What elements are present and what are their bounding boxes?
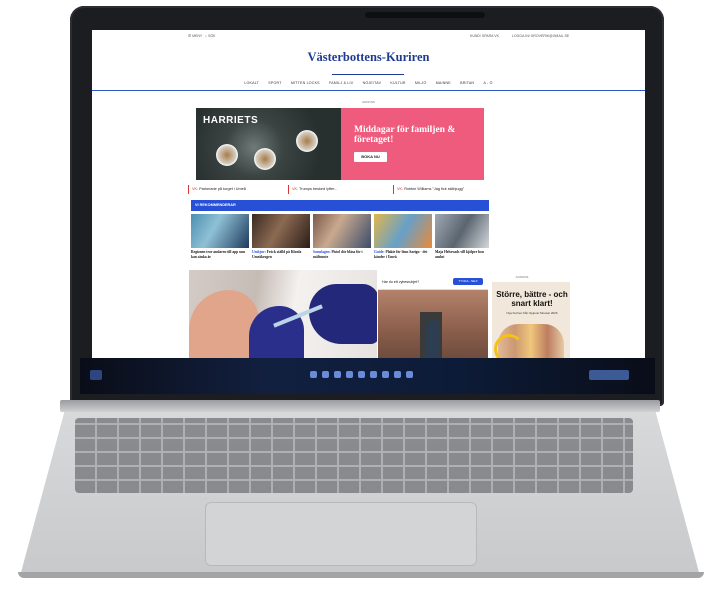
poll-question: Har du ett vybesrubjet? TYCKA - NEJ!: [378, 275, 488, 290]
main-nav: LOKALT SPORT MITTEN LOCKS FAMILJ & LIV N…: [92, 81, 645, 85]
book-now-button[interactable]: BOKA NU: [354, 152, 387, 162]
nav-item[interactable]: LOKALT: [244, 81, 259, 85]
nav-divider: [92, 90, 645, 91]
plate-image: [216, 144, 238, 166]
card-image: [313, 214, 371, 248]
ticker-item[interactable]: VK: Trumps besked lyfter...: [288, 185, 337, 194]
top-utility-bar: ☰ MENY ⌕ SÖK KUND/ SPARA VK LOGGA IN/ GR…: [92, 30, 645, 42]
person-shape: [426, 320, 440, 358]
nav-item[interactable]: MITTEN LOCKS: [291, 81, 320, 85]
card-image: [435, 214, 489, 248]
trackpad: [205, 502, 477, 566]
glove-shape: [309, 284, 377, 344]
poll-button[interactable]: TYCKA - NEJ!: [453, 278, 483, 285]
nav-item[interactable]: SPORT: [268, 81, 281, 85]
card-caption: Samslagen: Pistol dör bläsa för i måltun…: [313, 250, 363, 259]
webcam-bar: [365, 12, 485, 18]
side-ad-subtext: Nya Kuriren från Spjuvar Mossar 2026: [506, 311, 558, 315]
laptop: ☰ MENY ⌕ SÖK KUND/ SPARA VK LOGGA IN/ GR…: [0, 0, 708, 589]
app-icon[interactable]: [406, 371, 413, 378]
laptop-front-edge: [18, 572, 704, 578]
recommend-cards: Regionen tror anslaren till app som kan …: [191, 214, 489, 270]
side-ad[interactable]: Större, bättre - och snart klart! Nya Ku…: [492, 282, 570, 358]
app-icon[interactable]: [346, 371, 353, 378]
nav-item[interactable]: FAMILJ & LIV: [329, 81, 353, 85]
vaccination-article-image[interactable]: [189, 270, 377, 358]
article-card[interactable]: Regionen tror anslaren till app som kan …: [191, 214, 249, 270]
nav-item[interactable]: NÖJE/TAV: [363, 81, 382, 85]
harriets-ad-banner[interactable]: HARRIETS Middagar för familjen & företag…: [196, 108, 484, 180]
card-caption: Regionen tror anslaren till app som kan …: [191, 250, 246, 259]
article-card[interactable]: Umbjuv: Fröck ställd på Klonfa Umeåkroge…: [252, 214, 310, 270]
menu-button[interactable]: ☰ MENY ⌕ SÖK: [188, 34, 216, 38]
banner-text-panel: Middagar för familjen & företaget! BOKA …: [341, 108, 484, 180]
laptop-hinge: [60, 400, 660, 412]
keyboard: [75, 418, 633, 493]
nav-item[interactable]: KULTUR: [390, 81, 405, 85]
card-caption: Umbjuv: Fröck ställd på Klonfa Umeåkroge…: [252, 250, 302, 259]
news-ticker: VK: Parkerade på torget i Umeå VK: Trump…: [188, 185, 488, 194]
plate-image: [254, 148, 276, 170]
side-ad-ring: [494, 334, 524, 358]
taskbar-apps: [310, 371, 413, 378]
start-icon[interactable]: [310, 371, 317, 378]
card-image: [252, 214, 310, 248]
harriets-logo: HARRIETS: [203, 115, 259, 126]
side-ad-headline: Större, bättre - och snart klart!: [496, 290, 568, 308]
nav-item[interactable]: MILJÖ: [415, 81, 427, 85]
ticker-item[interactable]: VK: Parkerade på torget i Umeå: [188, 185, 246, 194]
search-button[interactable]: SÖK: [208, 34, 215, 38]
card-image: [374, 214, 432, 248]
app-icon[interactable]: [370, 371, 377, 378]
card-caption: Maja Helsevads vill kjölpre hon anslut: [435, 250, 484, 259]
nav-item[interactable]: BRITAN: [460, 81, 474, 85]
login-link[interactable]: LOGGA IN/ GROVERIK@GMAIL.SE: [512, 34, 569, 38]
windows-taskbar: [80, 358, 655, 394]
poll-widget: Har du ett vybesrubjet? TYCKA - NEJ!: [378, 275, 488, 358]
article-card[interactable]: Guide: Plakte för lönn Saeign - det känd…: [374, 214, 432, 270]
app-icon[interactable]: [382, 371, 389, 378]
ticker-item[interactable]: VK: Robbie Williams "Jag fick skitbjugg": [393, 185, 464, 194]
search-icon[interactable]: [322, 371, 329, 378]
app-icon[interactable]: [358, 371, 365, 378]
widgets-icon[interactable]: [90, 370, 102, 380]
site-logo[interactable]: Västerbottens-Kuriren: [92, 50, 645, 65]
system-tray[interactable]: [589, 370, 629, 380]
card-caption: Guide: Plakte för lönn Saeign - det känd…: [374, 250, 428, 259]
app-icon[interactable]: [394, 371, 401, 378]
article-card[interactable]: Samslagen: Pistol dör bläsa för i måltun…: [313, 214, 371, 270]
poll-photo[interactable]: [378, 290, 488, 358]
logo-underline: [332, 74, 404, 75]
banner-photo: HARRIETS: [196, 108, 341, 180]
recommend-header: VI REKOMMENDERAR: [191, 200, 489, 211]
plate-image: [296, 130, 318, 152]
taskview-icon[interactable]: [334, 371, 341, 378]
browser-screen: ☰ MENY ⌕ SÖK KUND/ SPARA VK LOGGA IN/ GR…: [92, 30, 645, 358]
nav-item[interactable]: MAINNE: [436, 81, 451, 85]
account-link[interactable]: KUND/ SPARA VK: [470, 34, 499, 38]
banner-headline: Middagar för familjen & företaget!: [354, 125, 456, 145]
card-image: [191, 214, 249, 248]
article-card[interactable]: Maja Helsevads vill kjölpre hon anslut: [435, 214, 489, 270]
side-ad-label: ANNONS: [515, 275, 529, 279]
nav-item[interactable]: A - Ö: [483, 81, 492, 85]
ad-label: ANNONS: [362, 100, 375, 104]
